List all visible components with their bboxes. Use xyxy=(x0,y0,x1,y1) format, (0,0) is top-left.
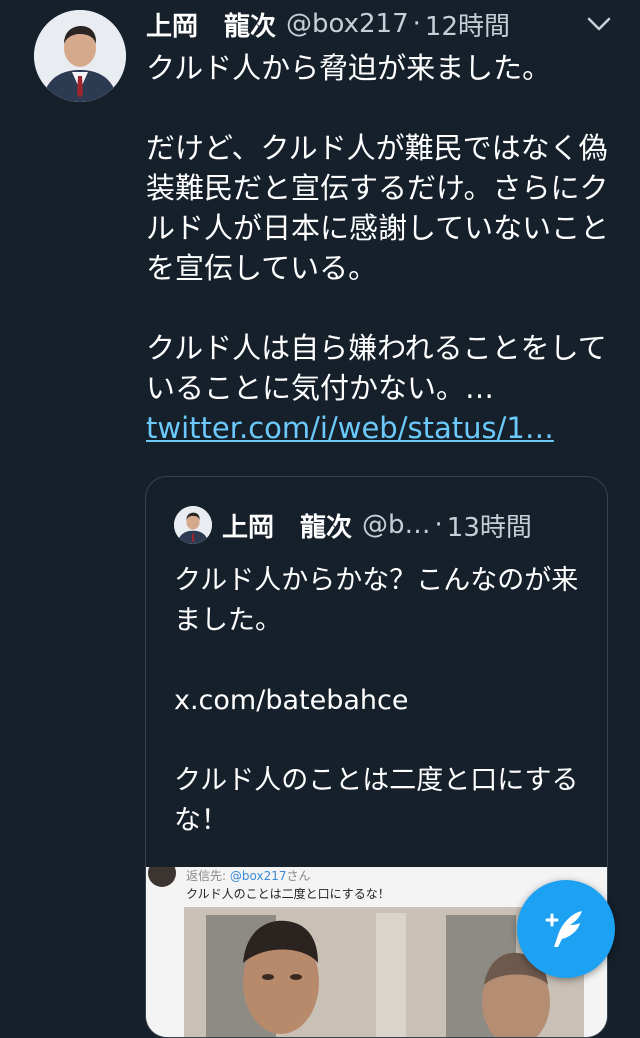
image-caption-text: クルド人のことは二度と口にするな！ xyxy=(186,887,390,901)
image-reply-mention: @box217 xyxy=(229,869,287,883)
image-reply-suffix: さん xyxy=(286,869,311,883)
quoted-author-display-name: 上岡 龍次 xyxy=(222,512,353,543)
tweet[interactable]: 上岡 龍次 @box217 · 12時間 クルド人から脅迫が来ました。 だけど、… xyxy=(0,0,640,1038)
quoted-text-paragraph: クルド人のことは二度と口にするな！ xyxy=(174,765,579,836)
quoted-text-paragraph: x.com/batebahce xyxy=(174,685,409,716)
tweet-text-paragraph: だけど、クルド人が難民ではなく偽装難民だと宣伝するだけ。さらにクルド人が日本に感… xyxy=(146,131,610,285)
tweet-body: クルド人から脅迫が来ました。 だけど、クルド人が難民ではなく偽装難民だと宣伝する… xyxy=(146,48,616,448)
tweet-text-paragraph: クルド人から脅迫が来ました。 xyxy=(146,51,552,85)
quoted-author-handle: @b… xyxy=(362,510,431,540)
chevron-down-icon xyxy=(587,17,611,31)
author-handle[interactable]: @box217 xyxy=(286,9,409,39)
author-display-name[interactable]: 上岡 龍次 xyxy=(146,6,276,43)
tweet-link[interactable]: twitter.com/i/web/status/1… xyxy=(146,408,616,448)
header-separator: · xyxy=(412,9,421,39)
compose-quill-icon xyxy=(545,911,582,947)
compose-tweet-button[interactable] xyxy=(517,880,615,978)
tweet-text-paragraph: クルド人は自ら嫌われることをしていることに気付かない。… xyxy=(146,331,607,405)
image-reply-line: 返信先: @box217さん xyxy=(186,867,311,884)
author-avatar[interactable] xyxy=(34,10,126,102)
quoted-tweet-header: 上岡 龍次 @b… · 13時間 xyxy=(174,505,594,545)
profile-photo-icon xyxy=(34,10,126,102)
quoted-tweet-timestamp: 13時間 xyxy=(446,512,532,543)
tweet-timestamp[interactable]: 12時間 xyxy=(425,6,510,43)
quoted-header-separator: · xyxy=(434,510,443,540)
quoted-author-avatar xyxy=(174,506,212,544)
tweet-menu-button[interactable] xyxy=(586,14,612,34)
tweet-header: 上岡 龍次 @box217 · 12時間 xyxy=(146,6,626,42)
profile-photo-icon xyxy=(174,506,212,544)
quoted-tweet-body: クルド人からかな？こんなのが来ました。 x.com/batebahce クルド人… xyxy=(174,561,584,841)
quoted-text-paragraph: クルド人からかな？こんなのが来ました。 xyxy=(174,565,579,636)
image-reply-prefix: 返信先: xyxy=(186,869,227,883)
